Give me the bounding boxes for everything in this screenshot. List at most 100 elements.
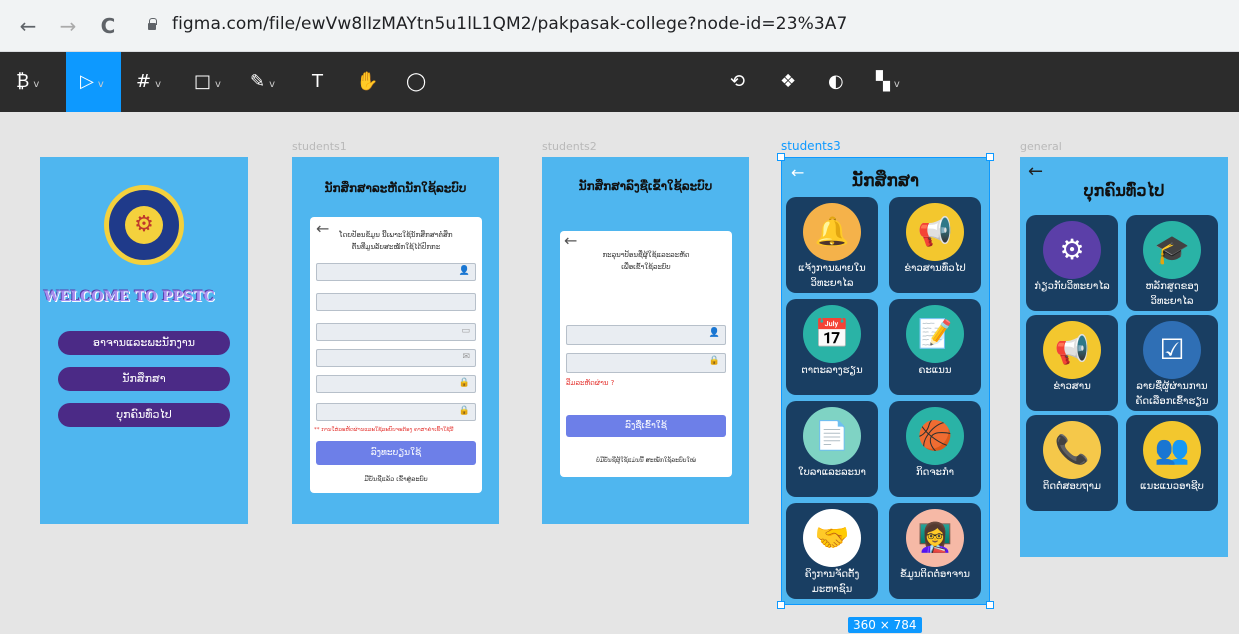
comment-tool-button[interactable]: ◯ (406, 67, 426, 97)
resize-handle[interactable] (986, 153, 994, 161)
user-icon: 👤 (458, 266, 470, 276)
college-logo: ⚙ (104, 185, 184, 265)
confirm-password-field[interactable]: 🔒 (316, 403, 476, 421)
page-title: ນັກສຶກສາລະຫັດນັກໃຊ້ລະບົບ (324, 181, 467, 195)
frame-label[interactable]: students2 (542, 140, 597, 153)
frame-label[interactable]: general (1020, 140, 1062, 153)
graduation-icon: 🎓 (1143, 221, 1201, 279)
tile-label: ແນະແນວອາຊີບ (1140, 481, 1204, 492)
login-link[interactable]: ມີບັນຊີແລ້ວ ເຂົ້າສູ່ລະບົບ (310, 475, 482, 483)
intro-line-1: ກະລຸນາປ້ອນຊື່ຜູ້ໃຊ້ແລະລະຫັດ (602, 251, 690, 259)
lock-icon (148, 18, 157, 30)
forward-button[interactable]: → (54, 12, 82, 40)
reload-button[interactable]: C (94, 12, 122, 40)
page-title: ນັກສຶກສາລົງຊື່ເຂົ້າໃຊ້ລະບົບ (578, 179, 713, 193)
pen-icon: ✎ (250, 71, 266, 92)
frame-general[interactable]: ← ບຸກຄົນທົ່ວໄປ ⚙ ກ່ຽວກັບວິທະຍາໄລ 🎓 ຫລັກສູດຂ… (1020, 157, 1228, 557)
back-arrow-icon[interactable]: ← (1028, 161, 1043, 182)
frame-label[interactable]: students1 (292, 140, 347, 153)
user-icon: 👤 (708, 328, 720, 338)
mask-button[interactable]: ◐ (828, 67, 844, 97)
phone-icon: 📞 (1043, 421, 1101, 479)
pen-tool-button[interactable]: ✎ v (250, 67, 275, 97)
url-field[interactable]: figma.com/file/ewVw8lIzMAYtn5u1lL1QM2/pa… (172, 14, 847, 34)
instance-icon: ❖ (780, 71, 797, 92)
resize-handle[interactable] (777, 153, 785, 161)
frame-icon: # (136, 71, 152, 92)
hand-tool-button[interactable]: ✋ (356, 67, 378, 97)
password-field[interactable]: 🔒 (566, 353, 726, 373)
mail-icon: ✉ (462, 352, 470, 362)
password-warning: ** ການໃສ່ລະຫັດຜ່ານແລະໃຊ້ລະບົບຈະຕ້ອງ ຄາສາ… (314, 427, 454, 433)
browser-address-bar: ← → C figma.com/file/ewVw8lIzMAYtn5u1lL1… (0, 0, 1239, 52)
username-field[interactable]: 👤 (566, 325, 726, 345)
intro-line-2: ເພື່ອເຂົ້າໃຊ້ລະບົບ (621, 263, 671, 271)
password-field[interactable]: 🔒 (316, 375, 476, 393)
lock-icon: 🔒 (458, 378, 470, 388)
gear-icon: ⚙ (125, 206, 163, 244)
shape-tool-button[interactable]: □ v (194, 67, 221, 97)
move-tool-button[interactable]: ▷ v (80, 67, 104, 97)
frame-dimensions-badge: 360 × 784 (848, 617, 922, 633)
id-field[interactable]: ▭ (316, 323, 476, 341)
instance-button[interactable]: ❖ (780, 67, 796, 97)
intro-line-1: ໂດຍປ້ອນຂໍ້ມູນ ນີ້ເພາະໃຊ້ນັກສຶກສາຕໍ່ສຶກ (339, 231, 453, 239)
intro-line-2: ຕົ້ນທີ່ມູນລັບສະໝັກໃຊ້ໄດ້ປົກກະ (351, 243, 441, 251)
lock-icon: 🔒 (708, 356, 720, 366)
login-button[interactable]: ລົງຊື່ເຂົ້າໃຊ້ (566, 415, 726, 437)
figma-menu-icon: ₿ (16, 71, 30, 92)
tile-label: ຕິດຕໍ່ສອບຖາມ (1043, 481, 1101, 492)
menu-tile[interactable]: 👥 ແນະແນວອາຊີບ (1126, 415, 1218, 511)
menu-tile[interactable]: ⚙ ກ່ຽວກັບວິທະຍາໄລ (1026, 215, 1118, 311)
career-icon: 👥 (1143, 421, 1201, 479)
resize-handle[interactable] (986, 601, 994, 609)
hand-icon: ✋ (356, 71, 379, 92)
main-menu-button[interactable]: ₿ v (16, 67, 39, 97)
frame-tool-button[interactable]: # v (136, 67, 161, 97)
lock-icon: 🔒 (458, 406, 470, 416)
comment-icon: ◯ (406, 71, 427, 92)
back-arrow-icon[interactable]: ← (564, 231, 577, 250)
tile-label: ກ່ຽວກັບວິທະຍາໄລ (1034, 281, 1110, 292)
boolean-button[interactable]: ▚ v (876, 67, 900, 97)
frame-register[interactable]: ນັກສຶກສາລະຫັດນັກໃຊ້ລະບົບ ← ໂດຍປ້ອນຂໍ້ມູນ… (292, 157, 499, 524)
page-title: ບຸກຄົນທົ່ວໄປ (1083, 181, 1165, 200)
figma-toolbar: ₿ v ▷ v # v □ v ✎ v T ✋ ◯ ⟲ ❖ ◐ ▚ v (0, 52, 1239, 112)
selection-outline (781, 157, 990, 605)
tile-label: ລາຍຊື່ຜູ້ຜ່ານການ ຄັດເລືອກເຂົ້າຮຽນ (1135, 381, 1209, 407)
components-icon: ⟲ (730, 71, 746, 92)
rectangle-icon: □ (194, 71, 212, 92)
megaphone-icon: 📢 (1043, 321, 1101, 379)
frame-login[interactable]: ນັກສຶກສາລົງຊື່ເຂົ້າໃຊ້ລະບົບ ← ກະລຸນາປ້ອນ… (542, 157, 749, 524)
menu-tile[interactable]: 📞 ຕິດຕໍ່ສອບຖາມ (1026, 415, 1118, 511)
students-button[interactable]: ນັກສຶກສາ (58, 367, 230, 391)
frame-welcome[interactable]: ⚙ WELCOME TO PPSTC ອາຈານແລະພະນັກງານ ນັກສ… (40, 157, 248, 524)
login-card: ← ກະລຸນາປ້ອນຊື່ຜູ້ໃຊ້ແລະລະຫັດ ເພື່ອເຂົ້າ… (560, 231, 732, 477)
component-button[interactable]: ⟲ (730, 67, 745, 97)
id-card-icon: ▭ (461, 326, 470, 336)
menu-tile[interactable]: ☑ ລາຍຊື່ຜູ້ຜ່ານການ ຄັດເລືອກເຂົ້າຮຽນ (1126, 315, 1218, 411)
text-tool-button[interactable]: T (312, 67, 323, 97)
checkbox-icon: ☑ (1143, 321, 1201, 379)
staff-button[interactable]: ອາຈານແລະພະນັກງານ (58, 331, 230, 355)
register-card: ← ໂດຍປ້ອນຂໍ້ມູນ ນີ້ເພາະໃຊ້ນັກສຶກສາຕໍ່ສຶກ… (310, 217, 482, 493)
forgot-password-link[interactable]: ລືມລະຫັດຜ່ານ ? (566, 379, 614, 387)
name-field[interactable] (316, 293, 476, 311)
boolean-icon: ▚ (876, 71, 890, 92)
tile-label: ຫລັກສູດຂອງ ວິທະຍາໄລ (1145, 281, 1199, 307)
welcome-title: WELCOME TO PPSTC (44, 289, 215, 305)
register-button[interactable]: ລົງທະບຽນໃຊ້ (316, 441, 476, 465)
username-field[interactable]: 👤 (316, 263, 476, 281)
mask-icon: ◐ (828, 71, 844, 92)
resize-handle[interactable] (777, 601, 785, 609)
back-button[interactable]: ← (14, 12, 42, 40)
email-field[interactable]: ✉ (316, 349, 476, 367)
menu-tile[interactable]: 📢 ຂ່າວສານ (1026, 315, 1118, 411)
register-link[interactable]: ບໍ່ມີບັນຊີຜູ້ໃຊ້ແມ່ນນີ້ ສະໝັກໃຊ້ລະບົບໃໝ່ (560, 457, 732, 464)
general-public-button[interactable]: ບຸກຄົນທົ່ວໄປ (58, 403, 230, 427)
frame-label[interactable]: students3 (781, 139, 841, 153)
cursor-icon: ▷ (80, 71, 94, 92)
college-logo-icon: ⚙ (1043, 221, 1101, 279)
menu-tile[interactable]: 🎓 ຫລັກສູດຂອງ ວິທະຍາໄລ (1126, 215, 1218, 311)
tile-label: ຂ່າວສານ (1053, 381, 1091, 392)
